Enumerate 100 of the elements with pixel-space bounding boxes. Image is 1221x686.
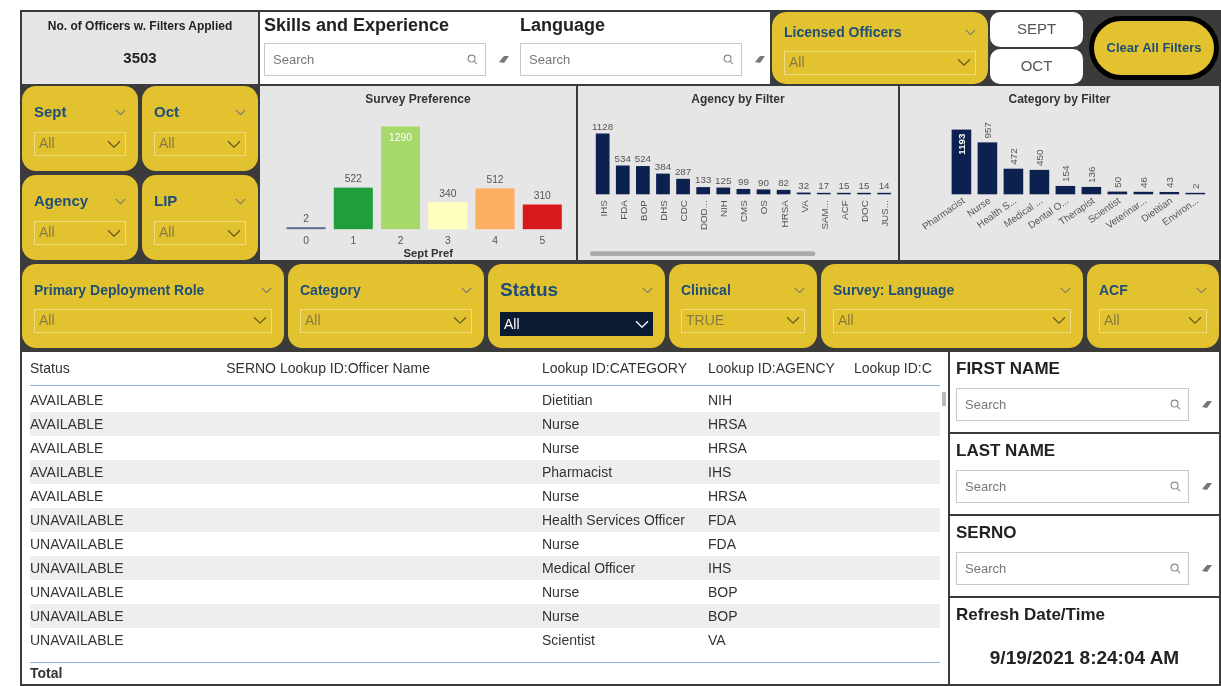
chart-bar	[977, 142, 998, 195]
search-title: LAST NAME	[956, 440, 1057, 462]
axis-label: VA	[798, 200, 810, 213]
value-label: 384	[654, 160, 672, 172]
chevron-icon	[115, 109, 126, 116]
search-field[interactable]: Search	[956, 469, 1189, 503]
axis-label: 0	[303, 234, 309, 246]
table-cell-text: Medical Officer	[542, 559, 637, 578]
chevron-icon	[786, 316, 800, 325]
value-label: 43	[1164, 177, 1176, 189]
search-title: SERNO	[956, 522, 1018, 544]
table-cell-text: HRSA	[708, 439, 748, 458]
scrollbar[interactable]	[589, 251, 816, 257]
chart-bar	[1081, 186, 1102, 195]
search-title: Skills and Experience	[264, 14, 451, 37]
table-cell-text: Health Services Officer	[542, 511, 686, 530]
search-field[interactable]: Search	[956, 387, 1189, 421]
search-icon	[467, 54, 478, 65]
eraser-icon[interactable]	[1201, 481, 1213, 491]
slicer-title: Agency	[34, 191, 89, 212]
chevron-icon	[227, 139, 241, 148]
slicer-dropdown[interactable]: All	[500, 312, 653, 337]
eraser-icon[interactable]	[1201, 563, 1213, 573]
value-label: 133	[695, 174, 712, 186]
chart-bar	[333, 187, 373, 230]
axis-label: CDC	[678, 200, 689, 222]
value-label: 310	[533, 190, 551, 202]
search-icon	[1170, 480, 1181, 492]
table-cell-text: NIH	[708, 391, 734, 410]
eraser-icon[interactable]	[498, 55, 510, 64]
axis-label: SAM...	[818, 200, 830, 230]
table-cell-text: Scientist	[542, 631, 596, 650]
axis-label: ACF	[838, 200, 850, 220]
chart-bar	[1159, 191, 1180, 195]
search-icon	[1170, 398, 1181, 410]
eraser-icon[interactable]	[754, 55, 766, 64]
column-header[interactable]: Lookup ID:CATEGORY	[542, 358, 708, 379]
value-label: 1128	[592, 120, 614, 132]
chevron-icon	[235, 109, 246, 116]
axis-title: Sept Pref	[403, 246, 454, 259]
table-cell-text: HRSA	[708, 415, 748, 434]
search-field[interactable]: Search	[264, 43, 486, 76]
search-field[interactable]: Search	[520, 43, 742, 76]
chart-title: Agency by Filter	[691, 91, 785, 108]
slicer-title: Clinical	[681, 280, 731, 300]
column-header[interactable]: Lookup ID:Officer Name	[280, 358, 542, 379]
eraser-icon[interactable]	[1201, 399, 1213, 409]
month-button[interactable]: SEPT	[990, 12, 1083, 47]
axis-label: CMS	[738, 200, 750, 222]
column-header[interactable]: Status	[30, 358, 218, 379]
table-cell-text: FDA	[708, 535, 737, 554]
value-label: 15	[838, 179, 850, 191]
column-header[interactable]: Lookup ID:C	[854, 358, 940, 379]
chart-bar	[428, 202, 468, 230]
chevron-icon	[235, 198, 246, 205]
search-icon	[1170, 562, 1181, 574]
table-cell-text: Nurse	[542, 607, 581, 626]
chart-bar	[796, 192, 811, 195]
value-label: 125	[715, 174, 732, 186]
chevron-icon	[261, 286, 272, 294]
axis-label: HRSA	[778, 200, 790, 228]
chart-bar	[615, 165, 630, 195]
chart-bar	[286, 227, 326, 230]
value-label: 534	[614, 152, 631, 164]
table-cell-text: VA	[708, 631, 727, 650]
axis-label: JUS...	[879, 200, 891, 227]
column-header[interactable]: SERNO	[218, 358, 280, 379]
value-label: 472	[1008, 148, 1020, 165]
slicer-title: Licensed Officers	[784, 22, 902, 42]
chart-bar	[1107, 191, 1128, 195]
table-cell-text: HRSA	[708, 487, 748, 506]
value-label: 522	[344, 173, 362, 185]
chevron-icon	[635, 320, 649, 329]
scrollbar[interactable]	[942, 392, 946, 406]
chart-bar	[716, 187, 731, 195]
value-label: 957	[982, 122, 994, 139]
search-field[interactable]: Search	[956, 551, 1189, 585]
chevron-icon	[1188, 316, 1202, 325]
chevron-icon	[461, 286, 472, 294]
clear-filters-button[interactable]: Clear All Filters	[1089, 16, 1219, 80]
column-header[interactable]: Lookup ID:AGENCY	[708, 358, 854, 379]
chart-bar	[1185, 192, 1206, 195]
chart-bar	[676, 178, 690, 195]
table-cell-text: AVAILABLE	[30, 391, 105, 410]
chart-bar	[1029, 169, 1050, 195]
slicer-title: LIP	[154, 191, 178, 212]
chart-bar	[951, 129, 972, 195]
chevron-icon	[957, 58, 971, 67]
table-cell-text: UNAVAILABLE	[30, 631, 125, 650]
chart-title: Category by Filter	[1008, 91, 1111, 108]
month-button[interactable]: OCT	[990, 49, 1083, 84]
table-cell-text: Dietitian	[542, 391, 594, 410]
chart-bar	[857, 192, 871, 195]
chart-bar	[1133, 191, 1154, 195]
axis-label: FDA	[617, 200, 629, 220]
value-label: 154	[1060, 165, 1072, 182]
table-cell-text: IHS	[708, 463, 733, 482]
chevron-icon	[1196, 286, 1207, 294]
chart-bar	[636, 166, 650, 195]
value-label: 340	[439, 188, 457, 199]
